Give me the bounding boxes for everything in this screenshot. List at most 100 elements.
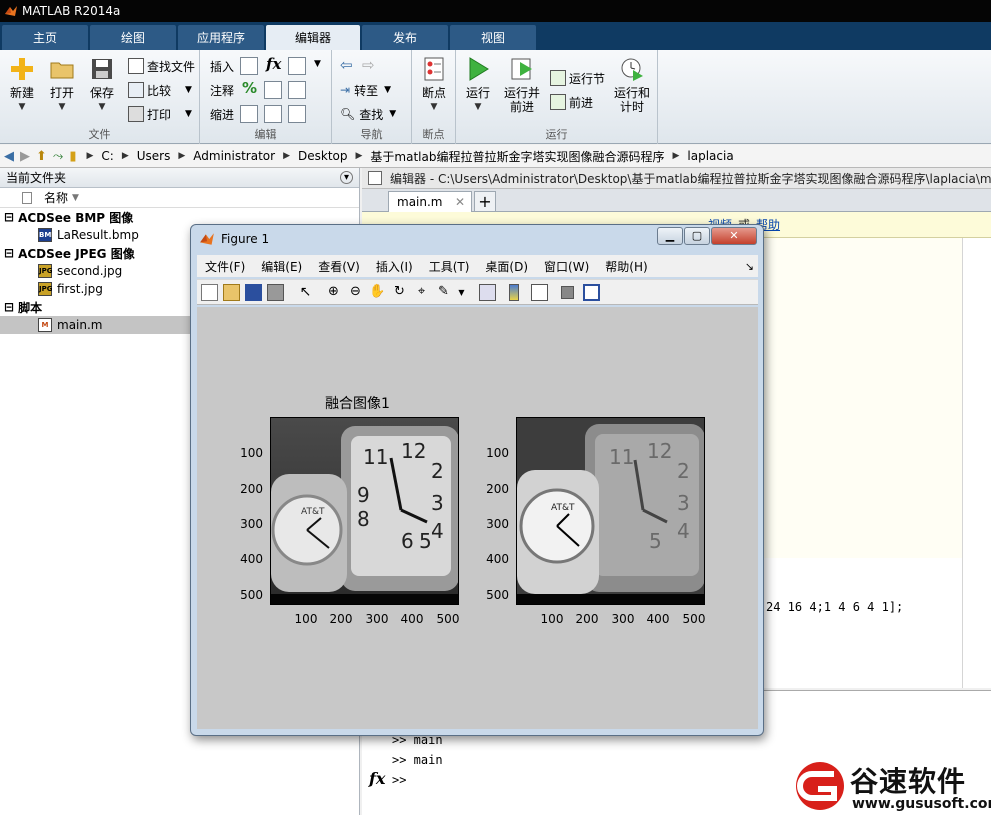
run-and-time-button[interactable]: 运行和 计时	[610, 56, 654, 114]
menu-edit[interactable]: 编辑(E)	[261, 258, 302, 275]
find-files-button[interactable]: 查找文件	[128, 56, 195, 76]
path-separator-icon: ▶	[86, 151, 94, 161]
zoom-out-icon[interactable]: ⊖	[347, 284, 364, 301]
collapse-icon[interactable]: ⊟	[4, 300, 14, 314]
minimize-button[interactable]: ▁	[657, 227, 683, 245]
collapse-icon[interactable]: ⊟	[4, 210, 14, 224]
open-button[interactable]: 打开 ▼	[42, 56, 82, 114]
y-tick-label: 500	[486, 588, 509, 602]
indent-button[interactable]: 缩进	[210, 104, 234, 124]
fused-clock-image: 11 12 2 9 3 8 4 6 5 AT&T	[271, 418, 458, 604]
data-cursor-icon[interactable]: ⌖	[413, 284, 430, 301]
chevron-down-icon: ▼	[185, 85, 192, 95]
tab-view[interactable]: 视图	[450, 25, 536, 50]
legend-icon[interactable]	[531, 284, 548, 301]
colorbar-icon[interactable]	[509, 284, 519, 301]
x-tick-label: 200	[575, 612, 599, 626]
breadcrumb-laplacia[interactable]: laplacia	[687, 149, 733, 163]
chevron-down-icon[interactable]: ▼	[314, 59, 321, 69]
svg-text:4: 4	[431, 519, 444, 543]
forward-arrow-icon[interactable]: ▶	[20, 149, 30, 164]
app-title: MATLAB R2014a	[22, 4, 121, 18]
command-prompt[interactable]: >>	[392, 773, 406, 787]
compare-button[interactable]: 比较 ▼	[128, 80, 192, 100]
print-figure-icon[interactable]	[267, 284, 284, 301]
breadcrumb-desktop[interactable]: Desktop	[298, 149, 348, 163]
image-axes-right[interactable]: 11 12 2 3 4 5 AT&T	[516, 417, 705, 605]
comment-button[interactable]: 注释	[210, 80, 234, 100]
breakpoints-button[interactable]: 断点 ▼	[414, 56, 454, 114]
tab-publish[interactable]: 发布	[362, 25, 448, 50]
insert-function-icon[interactable]	[288, 57, 306, 75]
fx-icon[interactable]: fx	[266, 55, 281, 73]
menu-view[interactable]: 查看(V)	[318, 258, 360, 275]
tab-apps[interactable]: 应用程序	[178, 25, 264, 50]
run-and-advance-button[interactable]: 运行并 前进	[500, 56, 544, 114]
save-figure-icon[interactable]	[245, 284, 262, 301]
menu-insert[interactable]: 插入(I)	[376, 258, 413, 275]
maximize-button[interactable]: ▢	[684, 227, 710, 245]
fx-icon[interactable]: fx	[369, 769, 385, 788]
svg-text:12: 12	[401, 439, 426, 463]
brush-icon[interactable]: ✎	[435, 284, 452, 301]
back-arrow-icon[interactable]: ⇦	[340, 56, 353, 74]
open-file-icon[interactable]	[223, 284, 240, 301]
rotate-icon[interactable]: ↻	[391, 284, 408, 301]
goto-button[interactable]: ⇥ 转至 ▼	[340, 80, 391, 100]
close-icon[interactable]: ✕	[455, 195, 465, 209]
forward-arrow-icon[interactable]: ⇨	[362, 56, 375, 74]
editor-tab-main[interactable]: main.m ✕	[388, 191, 472, 212]
new-button[interactable]: 新建 ▼	[2, 56, 42, 114]
collapse-icon[interactable]: ⊟	[4, 246, 14, 260]
close-button[interactable]: ✕	[711, 227, 757, 245]
back-arrow-icon[interactable]: ◀	[4, 149, 14, 164]
new-tab-button[interactable]: +	[474, 191, 496, 212]
pointer-icon[interactable]: ↖	[297, 284, 314, 301]
find-button[interactable]: 🔍︎ 查找 ▼	[340, 104, 396, 124]
new-figure-icon[interactable]	[201, 284, 218, 301]
menu-window[interactable]: 窗口(W)	[544, 258, 589, 275]
menu-help[interactable]: 帮助(H)	[605, 258, 647, 275]
hide-plot-tools-icon[interactable]	[561, 286, 574, 299]
run-button[interactable]: 运行 ▼	[458, 56, 498, 114]
run-section-button[interactable]: 运行节	[550, 68, 605, 88]
save-button[interactable]: 保存 ▼	[82, 56, 122, 114]
menu-tools[interactable]: 工具(T)	[429, 258, 470, 275]
figure-title: Figure 1	[221, 232, 270, 246]
group-label-navigate: 导航	[360, 128, 383, 141]
show-plot-tools-icon[interactable]	[583, 284, 600, 301]
name-column-header[interactable]: 名称 ▼	[0, 188, 359, 208]
zoom-in-icon[interactable]: ⊕	[325, 284, 342, 301]
insert-section-icon[interactable]	[240, 57, 258, 75]
insert-button[interactable]: 插入	[210, 56, 234, 76]
breadcrumb-project[interactable]: 基于matlab编程拉普拉斯金字塔实现图像融合源码程序	[370, 148, 664, 165]
menu-desktop[interactable]: 桌面(D)	[485, 258, 528, 275]
find-files-icon	[128, 58, 144, 74]
image-axes-left[interactable]: 11 12 2 9 3 8 4 6 5 AT&T	[270, 417, 459, 605]
breadcrumb-administrator[interactable]: Administrator	[193, 149, 275, 163]
print-button[interactable]: 打印 ▼	[128, 104, 192, 124]
link-plot-icon[interactable]	[479, 284, 496, 301]
decrease-indent-icon[interactable]	[288, 105, 306, 123]
tab-editor[interactable]: 编辑器	[266, 25, 360, 50]
tab-home[interactable]: 主页	[2, 25, 88, 50]
uncomment-icon[interactable]	[264, 81, 282, 99]
panel-menu-icon[interactable]: ▾	[340, 171, 353, 184]
increase-indent-icon[interactable]	[264, 105, 282, 123]
jpg-file-icon: JPG	[38, 264, 52, 278]
pan-icon[interactable]: ✋	[369, 284, 386, 301]
wrap-comments-icon[interactable]	[288, 81, 306, 99]
advance-button[interactable]: 前进	[550, 92, 593, 112]
dock-arrow-icon[interactable]: ↘	[745, 260, 754, 273]
tab-plots[interactable]: 绘图	[90, 25, 176, 50]
browse-folder-icon[interactable]: ⤳	[53, 149, 63, 164]
smart-indent-icon[interactable]	[240, 105, 258, 123]
breadcrumb-drive[interactable]: C:	[101, 149, 113, 163]
percent-icon[interactable]: %	[242, 79, 257, 97]
x-tick-label: 500	[436, 612, 460, 626]
menu-file[interactable]: 文件(F)	[205, 258, 245, 275]
up-folder-icon[interactable]: ⬆	[36, 149, 47, 164]
y-tick-label: 200	[486, 482, 509, 496]
breadcrumb-users[interactable]: Users	[137, 149, 171, 163]
chevron-down-icon[interactable]: ▼	[453, 284, 470, 301]
